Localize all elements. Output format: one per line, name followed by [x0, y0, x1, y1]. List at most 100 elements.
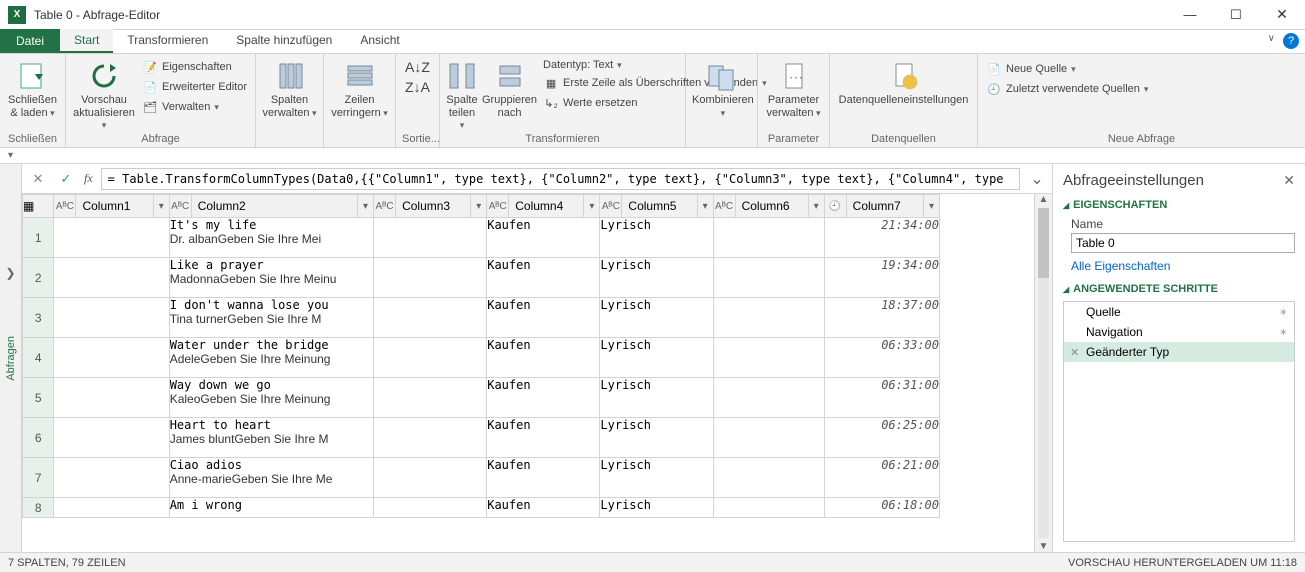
cell[interactable]	[374, 498, 487, 518]
delete-step-icon[interactable]: ✕	[1070, 346, 1082, 359]
column-type-icon[interactable]: 🕘	[825, 195, 847, 217]
cell[interactable]: 06:31:00	[824, 378, 939, 418]
cell[interactable]: 19:34:00	[824, 258, 939, 298]
maximize-button[interactable]: ☐	[1213, 0, 1259, 30]
combine-button[interactable]: Kombinieren	[692, 56, 754, 119]
ribbon-collapse-icon[interactable]: ∨	[1268, 33, 1275, 44]
cell[interactable]: Kaufen	[487, 498, 600, 518]
column-type-icon[interactable]: AᴮC	[374, 195, 396, 217]
column-type-icon[interactable]: AᴮC	[600, 195, 622, 217]
table-row[interactable]: 6Heart to heartJames bluntGeben Sie Ihre…	[23, 418, 940, 458]
cell[interactable]	[54, 298, 169, 338]
column-filter-icon[interactable]: ▾	[583, 195, 599, 217]
column-filter-icon[interactable]: ▾	[697, 195, 713, 217]
cell[interactable]	[713, 218, 824, 258]
query-name-input[interactable]	[1071, 233, 1295, 253]
minimize-button[interactable]: —	[1167, 0, 1213, 30]
cell[interactable]: Lyrisch	[600, 218, 713, 258]
cell[interactable]: It's my lifeDr. albanGeben Sie Ihre Mei	[169, 218, 373, 258]
cell[interactable]: 21:34:00	[824, 218, 939, 258]
recent-sources-button[interactable]: 🕘Zuletzt verwendete Quellen	[984, 80, 1150, 98]
scroll-up-icon[interactable]: ▲	[1035, 194, 1052, 205]
cell[interactable]	[54, 258, 169, 298]
column-header[interactable]: 🕘Column7▾	[825, 195, 939, 217]
cell[interactable]	[374, 418, 487, 458]
column-filter-icon[interactable]: ▾	[923, 195, 939, 217]
cell[interactable]	[54, 498, 169, 518]
cell[interactable]: Lyrisch	[600, 338, 713, 378]
cell[interactable]	[374, 298, 487, 338]
applied-step[interactable]: ✕Geänderter Typ	[1064, 342, 1294, 362]
advanced-editor-button[interactable]: 📄Erweiterter Editor	[140, 78, 249, 96]
cell[interactable]: 06:21:00	[824, 458, 939, 498]
cell[interactable]: Water under the bridgeAdeleGeben Sie Ihr…	[169, 338, 373, 378]
column-filter-icon[interactable]: ▾	[808, 195, 824, 217]
column-type-icon[interactable]: AᴮC	[714, 195, 736, 217]
cell[interactable]: Lyrisch	[600, 418, 713, 458]
column-type-icon[interactable]: AᴮC	[170, 195, 192, 217]
cell[interactable]: 06:33:00	[824, 338, 939, 378]
sort-asc-button[interactable]: A↓Z	[403, 58, 432, 76]
cell[interactable]: Ciao adiosAnne-marieGeben Sie Ihre Me	[169, 458, 373, 498]
vertical-scrollbar[interactable]: ▲ ▼	[1034, 194, 1052, 552]
column-filter-icon[interactable]: ▾	[153, 195, 169, 217]
sort-desc-button[interactable]: Z↓A	[403, 78, 432, 96]
step-gear-icon[interactable]: ✶	[1279, 326, 1288, 339]
cell[interactable]: Way down we goKaleoGeben Sie Ihre Meinun…	[169, 378, 373, 418]
all-properties-link[interactable]: Alle Eigenschaften	[1053, 259, 1305, 281]
manage-button[interactable]: 🗂Verwalten	[140, 98, 249, 116]
formula-cancel-icon[interactable]: ✕	[28, 171, 48, 187]
help-icon[interactable]: ?	[1283, 33, 1299, 49]
tab-transform[interactable]: Transformieren	[113, 29, 222, 53]
applied-steps-header[interactable]: ANGEWENDETE SCHRITTE	[1053, 281, 1305, 297]
scroll-down-icon[interactable]: ▼	[1035, 541, 1052, 552]
column-header[interactable]: AᴮCColumn4▾	[487, 195, 599, 217]
properties-header[interactable]: EIGENSCHAFTEN	[1053, 197, 1305, 213]
close-button[interactable]: ✕	[1259, 0, 1305, 30]
cell[interactable]	[713, 458, 824, 498]
cell[interactable]: 06:18:00	[824, 498, 939, 518]
new-source-button[interactable]: 📄Neue Quelle	[984, 60, 1150, 78]
applied-step[interactable]: Quelle✶	[1064, 302, 1294, 322]
table-row[interactable]: 4Water under the bridgeAdeleGeben Sie Ih…	[23, 338, 940, 378]
cell[interactable]: Kaufen	[487, 418, 600, 458]
cell[interactable]: Kaufen	[487, 338, 600, 378]
cell[interactable]: Lyrisch	[600, 498, 713, 518]
expand-queries-icon[interactable]: ❯	[5, 266, 15, 280]
close-settings-icon[interactable]: ✕	[1283, 172, 1295, 189]
manage-parameters-button[interactable]: ⋯ Parameter verwalten	[764, 56, 823, 119]
cell[interactable]: Kaufen	[487, 298, 600, 338]
ribbon-toggle-bar[interactable]: ▾	[0, 148, 1305, 164]
cell[interactable]: 18:37:00	[824, 298, 939, 338]
cell[interactable]: Kaufen	[487, 378, 600, 418]
table-row[interactable]: 2Like a prayerMadonnaGeben Sie Ihre Mein…	[23, 258, 940, 298]
queries-pane-collapsed[interactable]: ❯ Abfragen	[0, 164, 22, 552]
cell[interactable]	[374, 378, 487, 418]
column-header[interactable]: AᴮCColumn3▾	[374, 195, 486, 217]
group-by-button[interactable]: Gruppieren nach	[482, 56, 537, 119]
split-column-button[interactable]: Spalte teilen	[446, 56, 478, 132]
tab-start[interactable]: Start	[60, 29, 113, 53]
applied-step[interactable]: Navigation✶	[1064, 322, 1294, 342]
table-row[interactable]: 3I don't wanna lose youTina turnerGeben …	[23, 298, 940, 338]
data-grid[interactable]: ▦AᴮCColumn1▾AᴮCColumn2▾AᴮCColumn3▾AᴮCCol…	[22, 194, 1034, 552]
column-filter-icon[interactable]: ▾	[470, 195, 486, 217]
cell[interactable]: Kaufen	[487, 218, 600, 258]
cell[interactable]	[54, 458, 169, 498]
formula-expand-icon[interactable]: ⌄	[1028, 169, 1046, 189]
cell[interactable]: 06:25:00	[824, 418, 939, 458]
table-row[interactable]: 7Ciao adiosAnne-marieGeben Sie Ihre MeKa…	[23, 458, 940, 498]
cell[interactable]	[54, 218, 169, 258]
cell[interactable]	[374, 218, 487, 258]
formula-input[interactable]	[101, 168, 1020, 190]
cell[interactable]: Heart to heartJames bluntGeben Sie Ihre …	[169, 418, 373, 458]
cell[interactable]	[54, 338, 169, 378]
cell[interactable]	[713, 258, 824, 298]
table-row[interactable]: 5Way down we goKaleoGeben Sie Ihre Meinu…	[23, 378, 940, 418]
cell[interactable]: Like a prayerMadonnaGeben Sie Ihre Meinu	[169, 258, 373, 298]
cell[interactable]: Lyrisch	[600, 298, 713, 338]
cell[interactable]	[713, 418, 824, 458]
table-corner-icon[interactable]: ▦	[23, 195, 54, 218]
datasource-settings-button[interactable]: Datenquelleneinstellungen	[836, 56, 971, 107]
tab-file[interactable]: Datei	[0, 29, 60, 53]
